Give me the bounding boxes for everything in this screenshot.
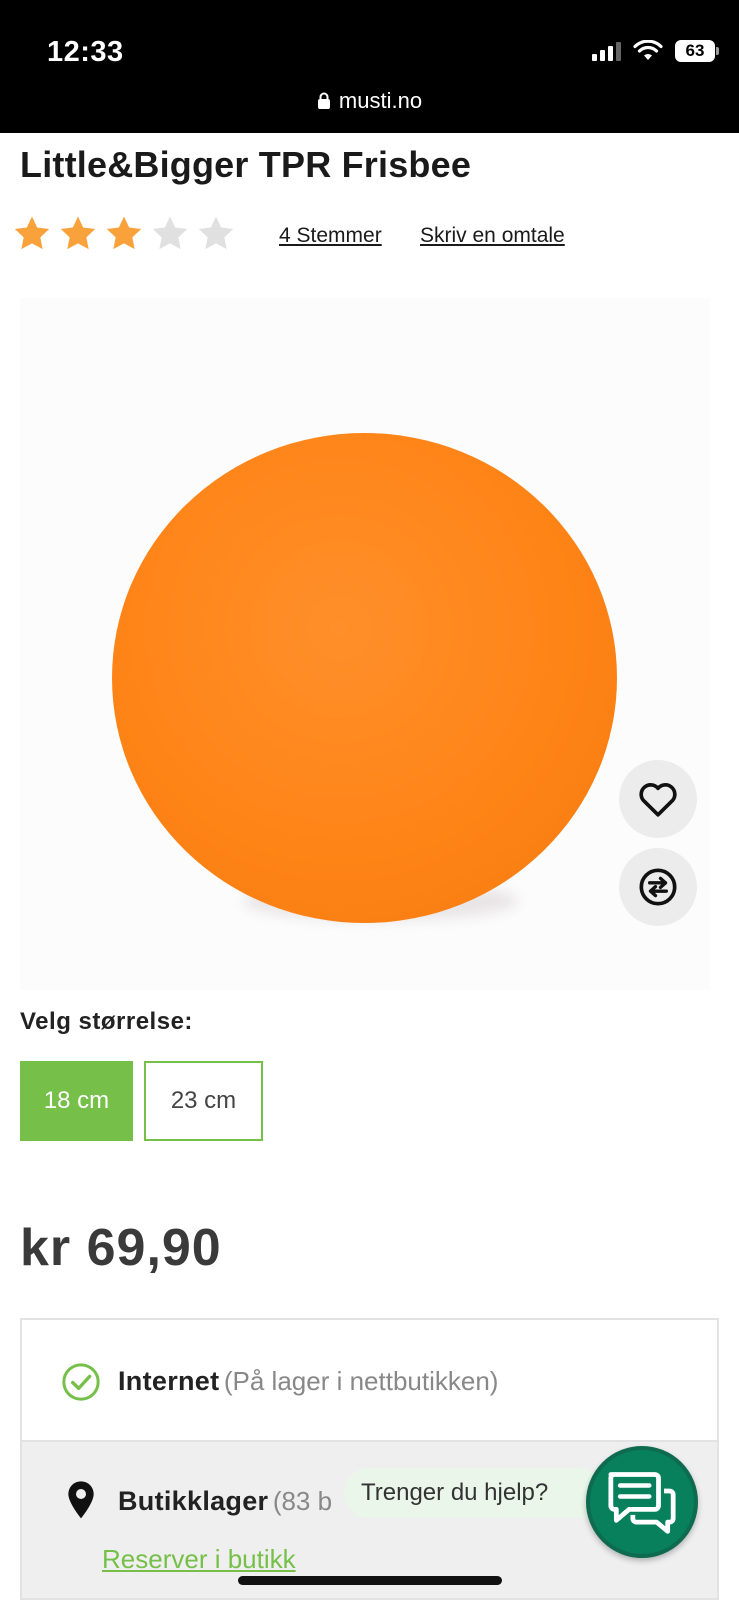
address-bar[interactable]: musti.no [0, 88, 739, 114]
size-label: Velg størrelse: [20, 1008, 193, 1035]
battery-indicator: 63 [675, 40, 719, 62]
star-filled-icon [14, 216, 50, 250]
status-bar: 12:33 63 musti.no [0, 0, 739, 133]
internet-label: Internet [118, 1366, 220, 1396]
home-indicator[interactable] [238, 1576, 502, 1585]
star-filled-icon [60, 216, 96, 250]
store-label: Butikklager [118, 1486, 269, 1516]
help-prompt[interactable]: Trenger du hjelp? [344, 1468, 604, 1518]
size-option-18cm[interactable]: 18 cm [20, 1061, 133, 1141]
favorite-button[interactable] [619, 760, 697, 838]
lock-icon [317, 92, 330, 109]
chat-button[interactable] [586, 1446, 698, 1558]
chat-bubbles-icon [608, 1472, 676, 1534]
star-empty-icon [152, 216, 188, 250]
product-title: Little&Bigger TPR Frisbee [20, 144, 472, 185]
store-stock-detail: (83 b [272, 1486, 333, 1516]
compare-arrows-icon [639, 868, 677, 906]
votes-link[interactable]: 4 Stemmer [279, 224, 382, 248]
location-pin-icon [68, 1481, 94, 1519]
orange-ball-image [112, 433, 617, 923]
heart-icon [639, 783, 677, 817]
star-filled-icon [106, 216, 142, 250]
status-time: 12:33 [47, 36, 124, 68]
reserve-in-store-link[interactable]: Reserver i butikk [102, 1544, 296, 1575]
star-empty-icon [198, 216, 234, 250]
check-circle-icon [62, 1363, 100, 1401]
rating-row: 4 Stemmer Skriv en omtale [12, 214, 712, 258]
product-price: kr 69,90 [20, 1219, 222, 1277]
write-review-link[interactable]: Skriv en omtale [420, 224, 565, 248]
status-icons: 63 [592, 40, 719, 62]
internet-stock-detail: (På lager i nettbutikken) [223, 1366, 499, 1396]
internet-availability: Internet (På lager i nettbutikken) [22, 1320, 717, 1440]
url-text: musti.no [338, 88, 423, 113]
wifi-icon [633, 40, 663, 60]
size-option-23cm[interactable]: 23 cm [144, 1061, 263, 1141]
rating-stars [12, 214, 236, 254]
cellular-signal-icon [592, 41, 621, 61]
product-image[interactable] [20, 298, 710, 990]
compare-button[interactable] [619, 848, 697, 926]
